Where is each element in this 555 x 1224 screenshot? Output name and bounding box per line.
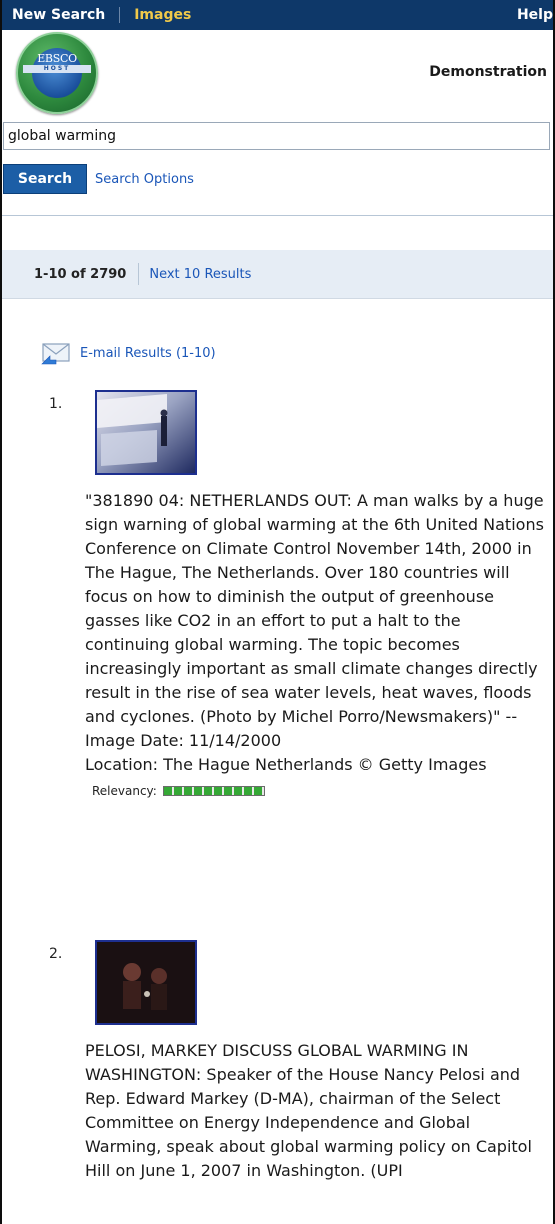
email-results-link[interactable]: E-mail Results (1-10) [80, 346, 216, 361]
result-item: 2. PELOSI, MARKEY DISCUSS GLOBAL WARMING… [49, 940, 549, 1183]
results-toolbar: 1-10 of 2790 Next 10 Results [2, 250, 553, 299]
envelope-arrow-icon [41, 343, 70, 365]
section-divider [2, 215, 553, 216]
toolbar-divider [138, 263, 140, 285]
result-number: 2. [49, 946, 63, 962]
app-frame: New Search Images Help EBSCO HOST Demons… [0, 0, 555, 1224]
search-options-link[interactable]: Search Options [95, 172, 194, 187]
thumbnail-image [97, 392, 195, 473]
new-search-link[interactable]: New Search [2, 7, 105, 23]
thumbnail-image [97, 942, 195, 1023]
search-button[interactable]: Search [3, 164, 87, 194]
relevancy-bar [162, 786, 265, 796]
result-thumbnail[interactable] [95, 390, 197, 475]
ebsco-host-logo[interactable]: EBSCO HOST [16, 32, 98, 114]
search-actions: Search Search Options [2, 164, 194, 194]
result-item: 1. "381890 04: NETHERLANDS OUT: A man wa… [49, 390, 549, 798]
result-number: 1. [49, 396, 63, 412]
images-link[interactable]: Images [134, 7, 191, 23]
next-results-link[interactable]: Next 10 Results [149, 267, 251, 282]
email-results[interactable]: E-mail Results (1-10) [40, 340, 216, 366]
relevancy: Relevancy: [92, 784, 549, 798]
result-caption: PELOSI, MARKEY DISCUSS GLOBAL WARMING IN… [85, 1041, 532, 1180]
search-input[interactable] [3, 122, 550, 150]
org-name: Demonstration [429, 64, 547, 80]
nav-divider [119, 7, 121, 23]
logo-subtext: HOST [23, 65, 91, 73]
help-link[interactable]: Help [517, 7, 553, 23]
result-location: Location: The Hague Netherlands © Getty … [85, 755, 487, 774]
result-count: 1-10 of 2790 [34, 266, 127, 282]
top-nav-bar: New Search Images Help [2, 0, 553, 30]
relevancy-label: Relevancy: [92, 784, 157, 798]
logo-text: EBSCO [37, 52, 77, 65]
result-caption: "381890 04: NETHERLANDS OUT: A man walks… [85, 491, 544, 750]
result-thumbnail[interactable] [95, 940, 197, 1025]
result-description: PELOSI, MARKEY DISCUSS GLOBAL WARMING IN… [85, 1039, 549, 1183]
result-description: "381890 04: NETHERLANDS OUT: A man walks… [85, 489, 549, 777]
